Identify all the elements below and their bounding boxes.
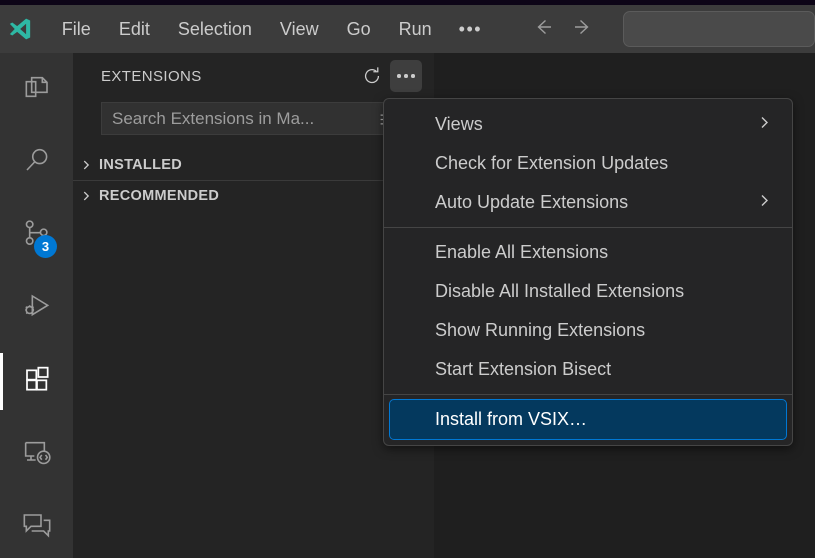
tree-section-installed[interactable]: INSTALLED [73, 150, 434, 180]
activity-item-run-and-debug[interactable] [0, 272, 73, 345]
activity-item-extensions[interactable] [0, 345, 73, 418]
source-control-badge: 3 [34, 235, 57, 258]
activity-item-search[interactable] [0, 126, 73, 199]
extensions-icon [21, 363, 53, 400]
title-bar: File Edit Selection View Go Run ••• [0, 5, 815, 53]
menu-item-start-extension-bisect[interactable]: Start Extension Bisect [390, 350, 786, 389]
menu-item-label: Install from VSIX… [435, 409, 588, 429]
menu-edit[interactable]: Edit [105, 14, 164, 44]
arrow-left-icon[interactable] [531, 15, 555, 44]
search-container: Search Extensions in Ma... [73, 102, 434, 135]
menu-go[interactable]: Go [333, 14, 385, 44]
comment-discussion-icon [21, 509, 53, 546]
menu-view[interactable]: View [266, 14, 333, 44]
tree-label-recommended: RECOMMENDED [99, 187, 220, 204]
menu-run[interactable]: Run [385, 14, 446, 44]
active-indicator [0, 353, 3, 410]
tree-section-recommended[interactable]: RECOMMENDED [73, 180, 434, 210]
menu-item-label: Enable All Extensions [435, 242, 609, 262]
menu-item-install-from-vsix[interactable]: Install from VSIX… [389, 399, 787, 440]
menu-item-check-for-extension-updates[interactable]: Check for Extension Updates [390, 144, 786, 183]
menu-item-label: Auto Update Extensions [435, 192, 629, 212]
search-input[interactable]: Search Extensions in Ma... [101, 102, 406, 135]
activity-item-explorer[interactable] [0, 53, 73, 126]
vscode-window: File Edit Selection View Go Run ••• 3 EX… [0, 0, 815, 558]
search-icon [21, 144, 53, 181]
refresh-icon[interactable] [356, 60, 388, 92]
menu-item-label: Check for Extension Updates [435, 153, 669, 173]
sidebar-header: EXTENSIONS [73, 53, 434, 100]
menu-file[interactable]: File [48, 14, 105, 44]
activity-bar: 3 [0, 53, 73, 558]
arrow-right-icon[interactable] [571, 15, 595, 44]
chevron-right-icon [756, 114, 772, 135]
menu-item-auto-update-extensions[interactable]: Auto Update Extensions [390, 183, 786, 222]
menu-more-button[interactable]: ••• [446, 13, 495, 46]
page-title: EXTENSIONS [101, 68, 202, 85]
menu-item-label: Disable All Installed Extensions [435, 281, 685, 301]
menu-selection[interactable]: Selection [164, 14, 266, 44]
more-actions-button[interactable] [390, 60, 422, 92]
sidebar-actions [356, 60, 422, 92]
menu-item-disable-all-installed-extensions[interactable]: Disable All Installed Extensions [390, 272, 786, 311]
navigation-controls [531, 15, 595, 44]
activity-item-source-control[interactable]: 3 [0, 199, 73, 272]
vscode-logo-icon [6, 5, 34, 53]
chevron-right-icon [756, 192, 772, 213]
run-and-debug-icon [21, 290, 53, 327]
menu-item-label: Start Extension Bisect [435, 359, 612, 379]
search-placeholder: Search Extensions in Ma... [112, 108, 315, 128]
menu-item-label: Show Running Extensions [435, 320, 646, 340]
chevron-right-icon [73, 189, 99, 203]
menu-item-show-running-extensions[interactable]: Show Running Extensions [390, 311, 786, 350]
extensions-sidebar: EXTENSIONS Search Extensions in Ma... IN… [73, 53, 434, 558]
activity-item-chat[interactable] [0, 491, 73, 558]
menu-bar: File Edit Selection View Go Run ••• [48, 5, 495, 53]
remote-explorer-icon [21, 436, 53, 473]
menu-separator [384, 227, 792, 228]
extensions-tree: INSTALLED RECOMMENDED [73, 150, 434, 210]
chevron-right-icon [73, 158, 99, 172]
tree-label-installed: INSTALLED [99, 157, 182, 173]
activity-item-remote-explorer[interactable] [0, 418, 73, 491]
menu-separator [384, 394, 792, 395]
menu-item-enable-all-extensions[interactable]: Enable All Extensions [390, 233, 786, 272]
extensions-context-menu: Views Check for Extension Updates Auto U… [383, 98, 793, 446]
command-center-input[interactable] [623, 11, 815, 47]
menu-item-views[interactable]: Views [390, 105, 786, 144]
files-icon [21, 71, 53, 108]
ellipsis-icon [397, 74, 415, 78]
menu-item-label: Views [435, 114, 483, 134]
